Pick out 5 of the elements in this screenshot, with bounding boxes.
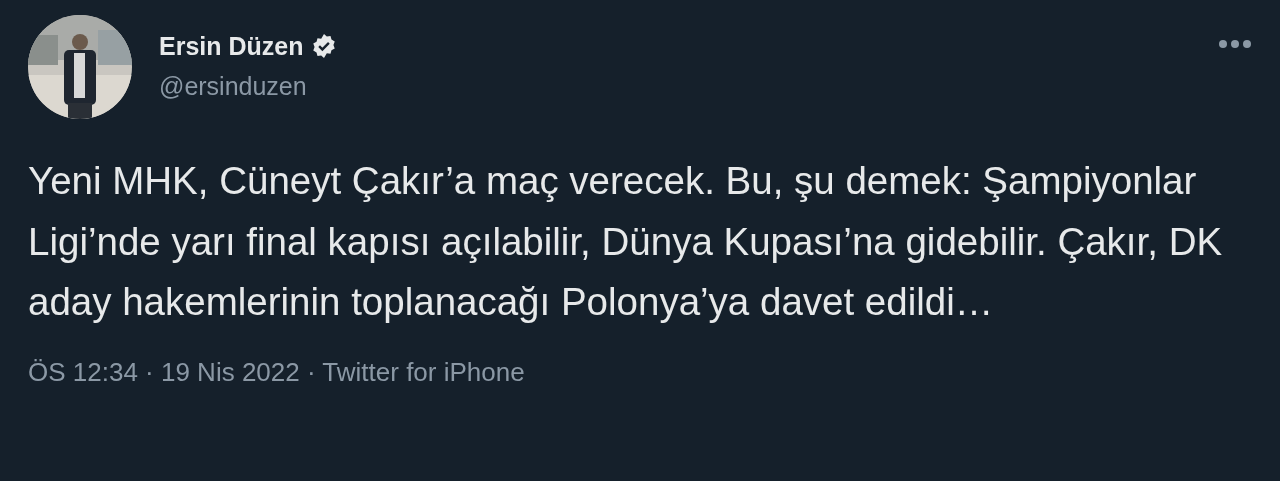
more-menu-icon[interactable] xyxy=(1218,38,1252,49)
author-name[interactable]: Ersin Düzen xyxy=(159,31,304,61)
tweet-text: Yeni MHK, Cüneyt Çakır’a maç verecek. Bu, şu demek: Şampiyonlar Ligi’nde yarı final kapısı açılabilir, Dünya Kupası’na gidebilir. Çakır, DK aday hakemlerinin toplanacağı Polonya’ya davet edildi… xyxy=(28,158,1224,325)
author-handle[interactable]: @ersinduzen xyxy=(159,71,338,101)
tweet-meta: ÖS 12:34 · 19 Nis 2022 · Twitter for iPhone xyxy=(28,355,526,389)
